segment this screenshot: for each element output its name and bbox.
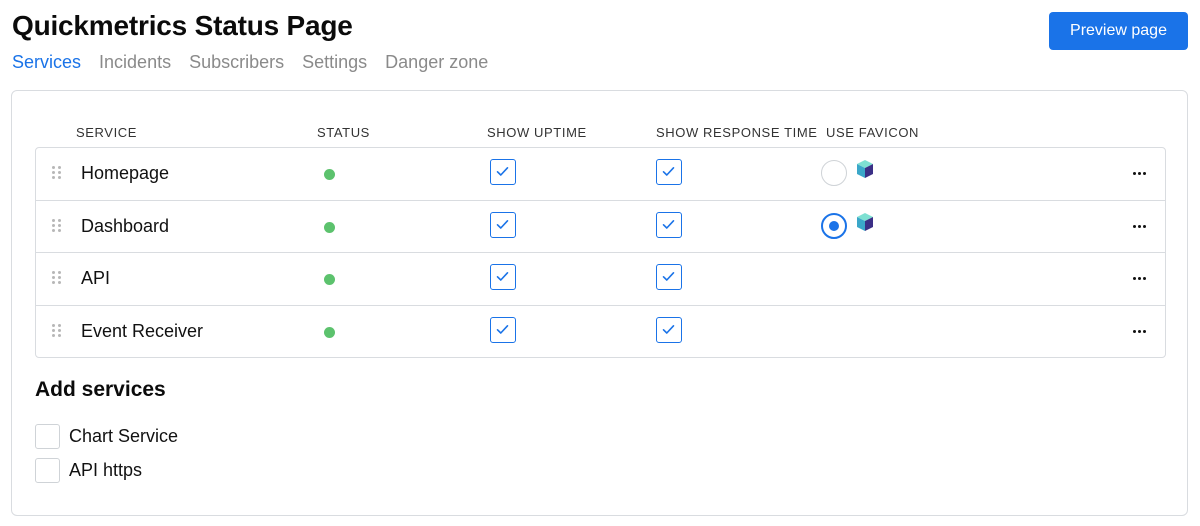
service-name: Event Receiver — [81, 320, 204, 341]
show-uptime-checkbox[interactable] — [490, 159, 516, 185]
table-header: SERVICE STATUS SHOW UPTIME SHOW RESPONSE… — [12, 125, 1187, 141]
status-indicator — [324, 274, 335, 285]
ellipsis-icon[interactable] — [1131, 322, 1149, 340]
table-row: Event Receiver — [36, 306, 1165, 359]
status-indicator — [324, 221, 335, 233]
column-header-show-uptime: SHOW UPTIME — [487, 125, 587, 140]
column-header-use-favicon: USE FAVICON — [826, 125, 920, 140]
column-header-status: STATUS — [317, 125, 370, 140]
tab-services[interactable]: Services — [12, 52, 81, 73]
show-response-time-checkbox[interactable] — [656, 264, 682, 290]
add-services-heading: Add services — [35, 378, 166, 401]
table-row: API — [36, 253, 1165, 306]
show-uptime-checkbox[interactable] — [490, 316, 516, 343]
drag-handle-icon[interactable] — [51, 218, 63, 234]
service-name: Dashboard — [81, 215, 170, 236]
status-indicator — [324, 326, 335, 338]
use-favicon-radio[interactable] — [821, 212, 847, 239]
column-header-service: SERVICE — [76, 125, 138, 140]
table-row: Homepage — [36, 148, 1165, 201]
ellipsis-icon[interactable] — [1131, 269, 1149, 287]
ellipsis-icon[interactable] — [1131, 217, 1149, 235]
table-row: Dashboard — [36, 201, 1165, 253]
cube-favicon-icon — [855, 212, 875, 232]
drag-handle-icon[interactable] — [51, 323, 63, 339]
add-service-checkbox[interactable] — [35, 424, 60, 449]
tab-subscribers[interactable]: Subscribers — [189, 52, 284, 73]
tab-danger-zone[interactable]: Danger zone — [385, 52, 488, 73]
add-service-checkbox[interactable] — [35, 458, 60, 483]
services-card: SERVICE STATUS SHOW UPTIME SHOW RESPONSE… — [11, 90, 1188, 516]
add-service-label: API https — [69, 460, 143, 480]
ellipsis-icon[interactable] — [1131, 164, 1149, 182]
show-response-time-checkbox[interactable] — [656, 316, 682, 343]
status-indicator — [324, 169, 335, 180]
use-favicon-radio[interactable] — [821, 160, 847, 186]
cube-favicon-icon — [855, 159, 875, 179]
add-service-label: Chart Service — [69, 426, 179, 446]
show-uptime-checkbox[interactable] — [490, 264, 516, 290]
service-name: Homepage — [81, 163, 170, 183]
tab-bar: Services Incidents Subscribers Settings … — [12, 52, 506, 73]
tab-incidents[interactable]: Incidents — [99, 52, 171, 73]
services-table: Homepage Dashboard API Event Receiver — [35, 147, 1166, 358]
show-uptime-checkbox[interactable] — [490, 211, 516, 238]
drag-handle-icon[interactable] — [51, 165, 63, 181]
preview-page-button[interactable]: Preview page — [1049, 12, 1188, 50]
drag-handle-icon[interactable] — [51, 270, 63, 286]
tab-settings[interactable]: Settings — [302, 52, 367, 73]
show-response-time-checkbox[interactable] — [656, 211, 682, 238]
column-header-show-response-time: SHOW RESPONSE TIME — [656, 125, 818, 140]
page-title: Quickmetrics Status Page — [12, 10, 353, 41]
show-response-time-checkbox[interactable] — [656, 159, 682, 185]
service-name: API — [81, 268, 111, 288]
